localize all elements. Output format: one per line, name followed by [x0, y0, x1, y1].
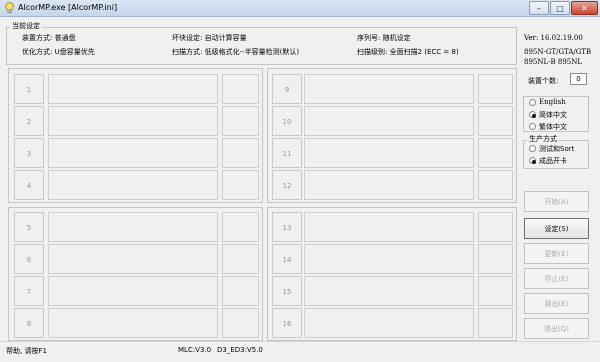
production-mode-title: 生产方式: [527, 134, 559, 144]
slot-status-box: [48, 212, 218, 242]
language-radio-simplified-chinese[interactable]: [529, 111, 536, 118]
stop-button[interactable]: 停止(E): [524, 268, 589, 289]
mlc-version: MLC:V3.0: [178, 346, 212, 354]
current-settings-group: [6, 27, 517, 65]
slot-status-box: [304, 170, 474, 200]
slot-capacity-box: [222, 74, 259, 104]
slot-status-box: [48, 170, 218, 200]
slot-number: 9: [272, 74, 302, 104]
slot-number: 13: [272, 212, 302, 242]
close-button[interactable]: ✕: [571, 1, 598, 15]
slot-number: 8: [14, 308, 44, 338]
production-radio-test-sort[interactable]: [529, 145, 536, 152]
slot-number: 1: [14, 74, 44, 104]
slot-capacity-box: [478, 138, 513, 168]
minimize-button[interactable]: –: [529, 1, 549, 15]
version-label: Ver: 16.02.19.00: [524, 34, 583, 42]
slot-capacity-box: [478, 212, 513, 242]
window-title: AlcorMP.exe [AlcorMP.ini]: [18, 3, 118, 12]
language-label-simplified-chinese: 简体中文: [539, 111, 567, 119]
device-mode-label: 装置方式: 普通盘: [22, 34, 76, 42]
slot-capacity-box: [222, 276, 259, 306]
current-settings-title: 当前设定: [10, 21, 42, 31]
status-bar: [0, 341, 600, 362]
slot-number: 5: [14, 212, 44, 242]
help-hint: 帮助, 请按F1: [6, 347, 47, 355]
slot-capacity-box: [222, 106, 259, 136]
bad-block-label: 坏块设定: 自动计算容量: [172, 34, 247, 42]
device-count-label: 装置个数:: [528, 77, 559, 85]
slot-number: 3: [14, 138, 44, 168]
slot-status-box: [48, 106, 218, 136]
slot-capacity-box: [478, 308, 513, 338]
slot-number: 16: [272, 308, 302, 338]
slot-number: 12: [272, 170, 302, 200]
slot-capacity-box: [222, 308, 259, 338]
slot-status-box: [48, 74, 218, 104]
exit-button[interactable]: 退出(Q): [524, 318, 589, 339]
d3-ed3-version: D3_ED3:V5.0: [217, 346, 263, 354]
slot-number: 14: [272, 244, 302, 274]
slot-capacity-box: [478, 106, 513, 136]
production-label-test-sort: 测试和Sort: [539, 145, 575, 153]
slot-number: 6: [14, 244, 44, 274]
slot-status-box: [48, 276, 218, 306]
slot-number: 4: [14, 170, 44, 200]
slot-number: 11: [272, 138, 302, 168]
scan-level-label: 扫描级别: 全面扫描2 (ECC = 8): [357, 48, 459, 56]
chip-model-line2: 895NL-B 895NL: [524, 58, 583, 66]
slot-status-box: [304, 74, 474, 104]
slot-status-box: [304, 244, 474, 274]
language-label-traditional-chinese: 繁体中文: [539, 123, 567, 131]
slot-number: 10: [272, 106, 302, 136]
slot-capacity-box: [478, 170, 513, 200]
eject-button[interactable]: 弹出(E): [524, 293, 589, 314]
serial-label: 序列号: 随机设定: [357, 34, 411, 42]
production-radio-finished-card[interactable]: [529, 157, 536, 164]
slot-capacity-box: [478, 276, 513, 306]
slot-number: 15: [272, 276, 302, 306]
slot-capacity-box: [222, 244, 259, 274]
update-button[interactable]: 更新(E): [524, 243, 589, 264]
settings-button[interactable]: 设定(S): [524, 218, 589, 239]
language-label-english: English: [539, 98, 566, 106]
scan-mode-label: 扫描方式: 低级格式化--半容量检测(默认): [172, 48, 300, 56]
maximize-button[interactable]: □: [550, 1, 570, 15]
slot-status-box: [304, 138, 474, 168]
slot-number: 7: [14, 276, 44, 306]
app-icon: [5, 2, 14, 13]
slot-status-box: [48, 308, 218, 338]
slot-capacity-box: [478, 74, 513, 104]
slot-status-box: [304, 106, 474, 136]
language-radio-traditional-chinese[interactable]: [529, 123, 536, 130]
slot-status-box: [48, 138, 218, 168]
slot-capacity-box: [478, 244, 513, 274]
device-count-value: 0: [570, 73, 587, 85]
slot-status-box: [48, 244, 218, 274]
start-button[interactable]: 开始(A): [524, 191, 589, 212]
slot-number: 2: [14, 106, 44, 136]
slot-status-box: [304, 308, 474, 338]
slot-capacity-box: [222, 170, 259, 200]
slot-status-box: [304, 212, 474, 242]
slot-status-box: [304, 276, 474, 306]
slot-capacity-box: [222, 212, 259, 242]
optimize-mode-label: 优化方式: U盘容量优先: [22, 48, 95, 56]
production-label-finished-card: 成品开卡: [539, 157, 567, 165]
slot-capacity-box: [222, 138, 259, 168]
chip-model-line1: 895N-GT/GTA/GTB: [524, 48, 592, 56]
language-radio-english[interactable]: [529, 99, 536, 106]
